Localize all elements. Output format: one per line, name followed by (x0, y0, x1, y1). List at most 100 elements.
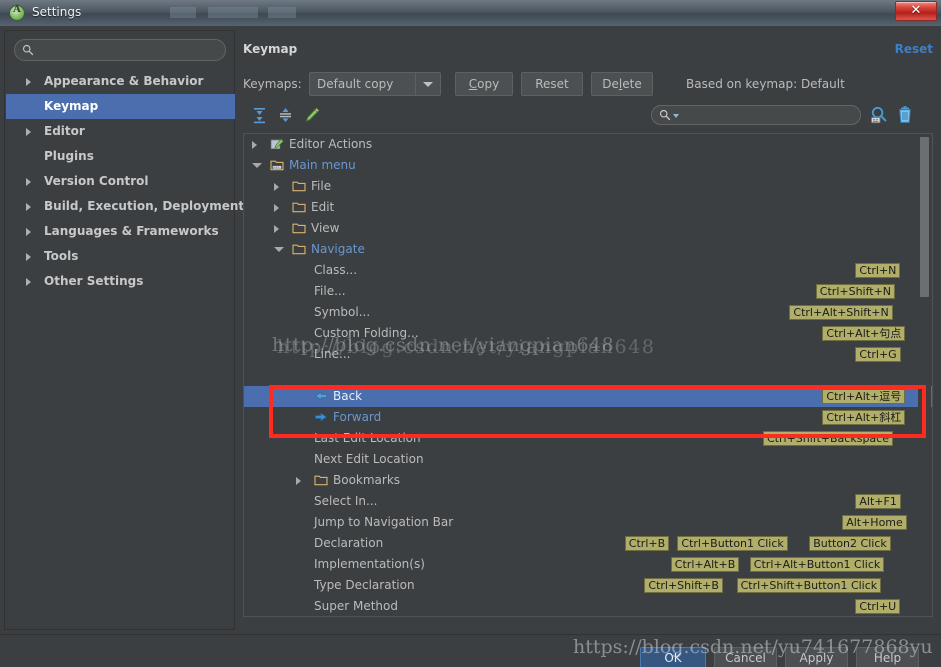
chevron-right-icon[interactable] (274, 183, 279, 191)
apply-button[interactable]: Apply (785, 647, 848, 667)
dialog-footer: OK Cancel Apply Help (0, 634, 941, 667)
sidebar-item-label: Version Control (44, 174, 149, 188)
sidebar-search-input[interactable] (39, 42, 223, 60)
tree-row[interactable]: File (244, 176, 932, 197)
chevron-right-icon[interactable] (26, 278, 31, 286)
chevron-right-icon[interactable] (26, 128, 31, 136)
ok-button[interactable]: OK (640, 647, 706, 667)
tree-row[interactable]: Editor Actions (244, 134, 932, 155)
sidebar-item-label: Languages & Frameworks (44, 224, 219, 238)
chevron-right-icon[interactable] (296, 477, 301, 485)
sidebar-item-appearance-behavior[interactable]: Appearance & Behavior (6, 69, 235, 94)
sidebar-item-label: Tools (44, 249, 79, 263)
shortcut-badge: Ctrl+Shift+B (644, 578, 723, 593)
tree-row[interactable]: Line... Ctrl+G (244, 344, 932, 365)
tree-row[interactable]: Jump to Navigation Bar Alt+Home (244, 512, 932, 533)
sidebar-item-languages-frameworks[interactable]: Languages & Frameworks (6, 219, 235, 244)
chevron-right-icon[interactable] (26, 228, 31, 236)
tree-row-label: Type Declaration (314, 578, 415, 592)
chevron-right-icon[interactable] (274, 204, 279, 212)
tree-row-label: Implementation(s) (314, 557, 425, 571)
tree-row[interactable]: File... Ctrl+Shift+N (244, 281, 932, 302)
sidebar-item-other-settings[interactable]: Other Settings (6, 269, 235, 294)
chevron-right-icon[interactable] (26, 178, 31, 186)
sidebar-item-build-execution-deployment[interactable]: Build, Execution, Deployment (6, 194, 244, 219)
titlebar-gloss (0, 0, 941, 13)
sidebar-item-label: Other Settings (44, 274, 144, 288)
tree-row[interactable]: Select In... Alt+F1 (244, 491, 932, 512)
sidebar-item-editor[interactable]: Editor (6, 119, 235, 144)
tree-row[interactable]: Custom Folding... Ctrl+Alt+句点 (244, 323, 932, 344)
reset-button[interactable]: Reset (521, 72, 583, 96)
tree-scrollbar-thumb[interactable] (920, 137, 929, 297)
sidebar-item-plugins[interactable]: Plugins (6, 144, 235, 169)
reset-link[interactable]: Reset (895, 42, 933, 56)
help-button[interactable]: Help (856, 647, 919, 667)
tree-row[interactable]: Edit (244, 197, 932, 218)
trash-icon[interactable] (895, 105, 915, 125)
folder-icon (292, 181, 306, 192)
keymap-select[interactable]: Default copy (309, 72, 441, 96)
keymap-panel: Keymap Reset Keymaps: Default copy Copy … (238, 30, 937, 630)
tree-row[interactable]: Last Edit Location Ctrl+Shift+Backspace (244, 428, 932, 449)
search-dropdown-icon[interactable] (673, 114, 679, 118)
tree-row-label: Forward (333, 410, 382, 424)
shortcut-badge: Ctrl+N (855, 263, 901, 278)
tree-row-label: Declaration (314, 536, 384, 550)
cancel-button[interactable]: Cancel (714, 647, 777, 667)
tree-row[interactable]: Next Edit Location (244, 449, 932, 470)
tree-row[interactable]: Super Method Ctrl+U (244, 596, 932, 616)
shortcut-search-input[interactable] (682, 108, 856, 124)
tree-row-label: Navigate (311, 242, 365, 256)
tree-row[interactable]: Implementation(s) Ctrl+Alt+Button1 Click C… (244, 554, 932, 575)
tree-row[interactable]: Symbol... Ctrl+Alt+Shift+N (244, 302, 932, 323)
tree-row[interactable]: Back Ctrl+Alt+逗号 (244, 386, 932, 407)
tree-row[interactable]: Main menu (244, 155, 932, 176)
folder-icon (292, 244, 306, 255)
tree-row-label: Select In... (314, 494, 378, 508)
chevron-right-icon[interactable] (274, 225, 279, 233)
chevron-down-icon[interactable] (274, 247, 284, 252)
shortcut-badge: Ctrl+Alt+斜杠 (822, 410, 906, 425)
window-title: Settings (32, 5, 82, 19)
tree-row[interactable]: Forward Ctrl+Alt+斜杠 (244, 407, 932, 428)
window-titlebar: Settings ✕ (0, 0, 941, 27)
tree-row-label: Line... (314, 347, 351, 361)
edit-pencil-icon[interactable] (303, 106, 321, 124)
copy-button[interactable]: Copy (455, 72, 513, 96)
tree-row[interactable] (244, 365, 932, 386)
tree-row[interactable]: View (244, 218, 932, 239)
shortcut-badge: Ctrl+B (624, 536, 670, 551)
sidebar-item-label: Keymap (44, 99, 99, 113)
sidebar-item-version-control[interactable]: Version Control (6, 169, 235, 194)
tree-row[interactable]: Class... Ctrl+N (244, 260, 932, 281)
chevron-right-icon[interactable] (26, 203, 31, 211)
folder-icon (292, 202, 306, 213)
shortcut-search-box[interactable] (651, 105, 861, 125)
tree-row[interactable]: Declaration Button2 Click Ctrl+Button1 Cli… (244, 533, 932, 554)
tree-row[interactable]: Bookmarks (244, 470, 932, 491)
collapse-all-icon[interactable] (277, 106, 295, 124)
sidebar-item-keymap[interactable]: Keymap (6, 94, 235, 119)
expand-all-icon[interactable] (251, 106, 269, 124)
keymap-tree[interactable]: Editor Actions Main menu File Edit View Navig… (243, 133, 933, 617)
close-button[interactable]: ✕ (895, 1, 937, 21)
chevron-right-icon[interactable] (252, 141, 257, 149)
tree-row[interactable]: Type Declaration Ctrl+Shift+Button1 Click… (244, 575, 932, 596)
chevron-down-icon[interactable] (252, 163, 262, 168)
shortcut-badge: Button2 Click (809, 536, 891, 551)
sidebar-search-box[interactable] (14, 39, 226, 61)
folder-icon (314, 475, 328, 486)
tree-row[interactable]: Navigate (244, 239, 932, 260)
sidebar-item-label: Editor (44, 124, 85, 138)
find-by-shortcut-icon[interactable] (869, 105, 889, 125)
sidebar-item-tools[interactable]: Tools (6, 244, 235, 269)
tree-scrollbar[interactable] (918, 135, 931, 615)
tree-row-label: Main menu (289, 158, 356, 172)
tree-row-label: Super Method (314, 599, 398, 613)
chevron-down-icon[interactable] (415, 73, 440, 95)
delete-button[interactable]: Delete (591, 72, 653, 96)
chevron-right-icon[interactable] (26, 78, 31, 86)
tree-row-label: File... (314, 284, 346, 298)
chevron-right-icon[interactable] (26, 253, 31, 261)
